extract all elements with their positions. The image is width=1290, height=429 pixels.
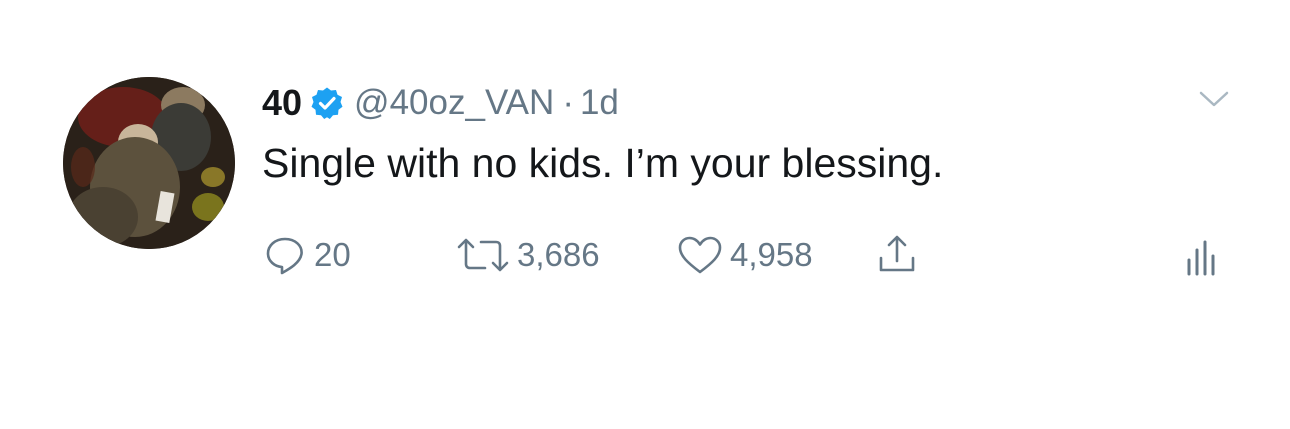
retweet-button[interactable]: 3,686 [455,230,600,280]
reply-count: 20 [314,236,351,273]
reply-button[interactable]: 20 [262,230,351,280]
tweet-text: Single with no kids. I’m your blessing. [262,140,944,186]
display-name[interactable]: 40 [262,82,302,124]
retweet-icon [455,232,511,278]
avatar[interactable] [63,77,235,249]
heart-icon [676,232,724,278]
share-button[interactable] [874,230,920,280]
verified-badge-icon [310,86,344,120]
retweet-count: 3,686 [517,236,600,273]
like-button[interactable]: 4,958 [676,230,813,280]
analytics-button[interactable] [1184,230,1218,280]
separator-dot: · [562,83,574,122]
tweet-actions: 20 3,686 4,958 [262,230,1232,280]
share-icon [874,232,920,278]
user-handle[interactable]: @40oz_VAN [354,83,554,123]
avatar-photo [63,77,235,249]
like-count: 4,958 [730,236,813,273]
chevron-down-icon[interactable] [1196,86,1232,112]
timestamp[interactable]: 1d [580,83,619,123]
analytics-icon [1184,232,1218,278]
tweet-header: 40 @40oz_VAN · 1d [262,78,619,128]
reply-icon [262,232,308,278]
tweet[interactable]: 40 @40oz_VAN · 1d Single with no kids. I… [0,0,1290,429]
